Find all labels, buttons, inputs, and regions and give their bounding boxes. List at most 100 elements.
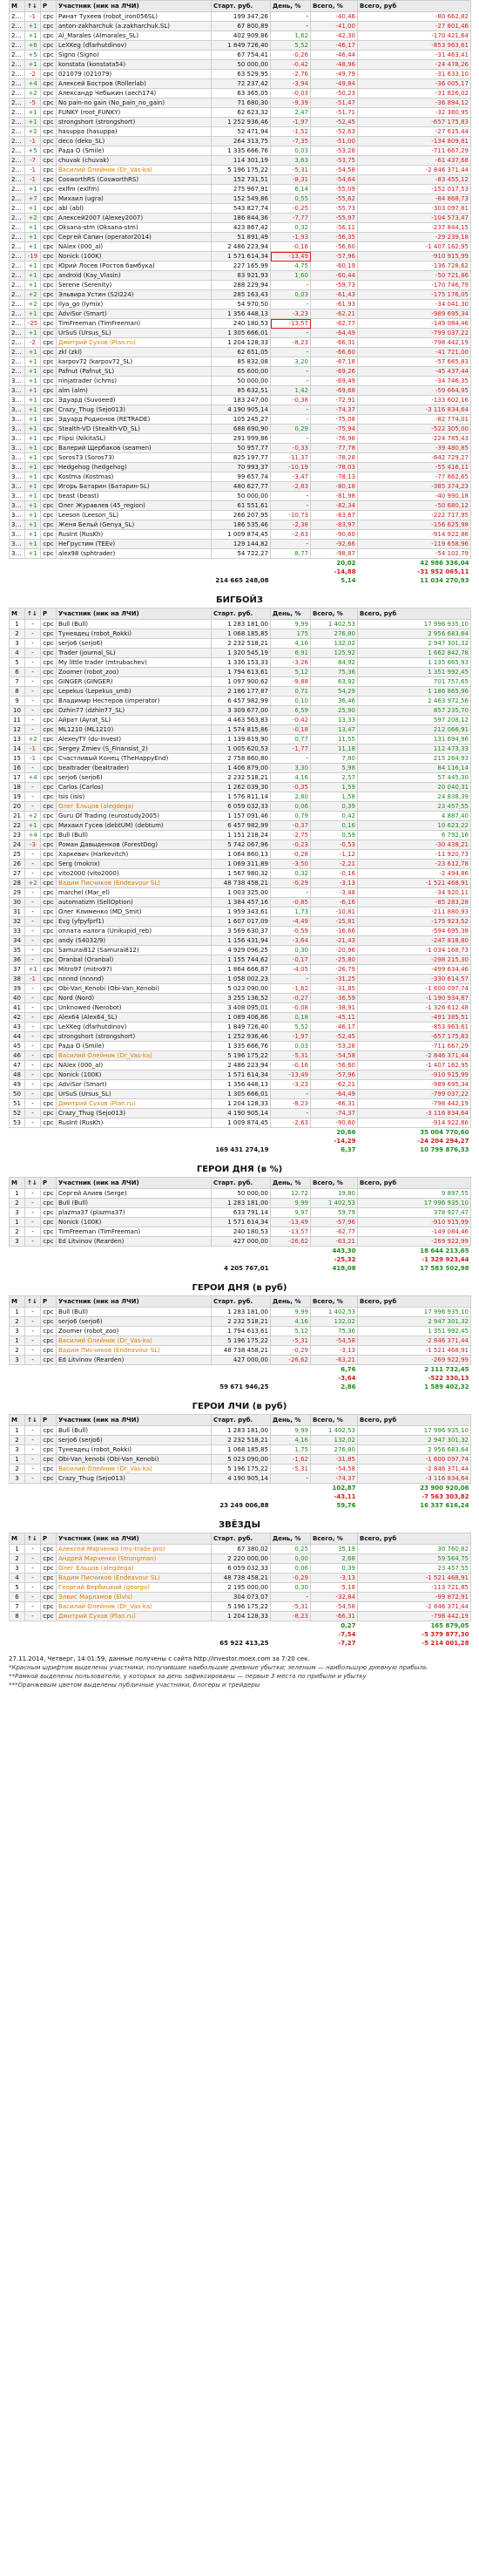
participant-link[interactable]: hasuppa (hasuppa)	[56, 126, 212, 137]
participant-link[interactable]: AdviSor (Smart)	[56, 1079, 212, 1090]
participant-link[interactable]: Вадим Писчиков (Endeavour SL)	[56, 1345, 212, 1356]
participant-link[interactable]: НеГрустим (TEEv)	[56, 539, 212, 549]
participant-link[interactable]: GINGER (GINGER)	[56, 676, 212, 687]
participant-link[interactable]: serjo6 (serjo6)	[56, 1316, 212, 1327]
participant-link[interactable]: Alex64 (Alex64_SL)	[56, 1012, 212, 1023]
participant-link[interactable]: chuvak (chuvak)	[56, 155, 212, 166]
participant-link[interactable]: Сергей Сапин (operator2014)	[56, 232, 212, 242]
participant-link[interactable]: Carlos (Carlos)	[56, 782, 212, 792]
participant-link[interactable]: Алексей Бостров (Rollerlab)	[56, 78, 212, 89]
participant-link[interactable]: Bull (Bull)	[56, 1425, 212, 1436]
participant-link[interactable]: UrSuS (Ursus_SL)	[56, 328, 212, 338]
participant-link[interactable]: RusInt (RusKh)	[56, 1118, 212, 1128]
participant-link[interactable]: Алексей Марченко (my-trade.pro)	[56, 1544, 212, 1554]
participant-link[interactable]: FUNKY (root_FUNKY)	[56, 107, 212, 118]
participant-link[interactable]: Василий Олейник (Dr_Vas-ka)	[56, 1336, 212, 1346]
participant-link[interactable]: alm (alm)	[56, 385, 212, 396]
participant-link[interactable]: Олег Ельцов (alegdega)	[56, 1563, 212, 1573]
participant-link[interactable]: UrSuS (Ursus_SL)	[56, 1089, 212, 1099]
participant-link[interactable]: NAlex (000_al)	[56, 1060, 212, 1071]
participant-link[interactable]: TimFreeman (TimFreeman)	[56, 1227, 212, 1237]
participant-link[interactable]: ML1210 (ML1210)	[56, 724, 212, 735]
participant-link[interactable]: zkl (zkl)	[56, 347, 212, 357]
participant-link[interactable]: Георгий Вербицкий (georgv)	[56, 1582, 212, 1593]
participant-link[interactable]: Nonick (100K)	[56, 1217, 212, 1227]
participant-link[interactable]: Эдуард (Suvoeed)	[56, 395, 212, 405]
participant-link[interactable]: Crazy_Thug (Sejo013)	[56, 404, 212, 415]
participant-link[interactable]: Василий Олейник (Dr_Vas-ka)	[56, 1464, 212, 1474]
participant-link[interactable]: Александр Чебыкин (aech174)	[56, 88, 212, 99]
participant-link[interactable]: RusInt (RusKh)	[56, 529, 212, 540]
participant-link[interactable]: Al_Marales (Almarales_SL)	[56, 31, 212, 41]
participant-link[interactable]: Дмитрий Сухов (Plan.ru)	[56, 337, 212, 348]
participant-link[interactable]: Дмитрий Сухов (Plan.ru)	[56, 1611, 212, 1621]
participant-link[interactable]: Сергей Алиев (Serge)	[56, 1188, 212, 1199]
participant-link[interactable]: Эльвира Устин (S2I224)	[56, 289, 212, 300]
participant-link[interactable]: Счастливый Конец (TheHappyEnd)	[56, 753, 212, 764]
participant-link[interactable]: Дмитрий Сухов (Plan.ru)	[56, 1098, 212, 1109]
participant-link[interactable]: Signo (Signo)	[56, 50, 212, 60]
participant-link[interactable]: NAlex (000_al)	[56, 241, 212, 252]
participant-link[interactable]: Василий Олейник (Dr_Vas-ka)	[56, 165, 212, 175]
participant-link[interactable]: alex98 (sphtrader)	[56, 548, 212, 559]
participant-link[interactable]: Василий Олейник (Dr_Vas-ka)	[56, 1050, 212, 1061]
participant-link[interactable]: Zoomer (robot_zoo)	[56, 667, 212, 677]
participant-link[interactable]: Харкевич (Harkevitch)	[56, 849, 212, 860]
participant-link[interactable]: strongshort (strongshort)	[56, 1031, 212, 1042]
participant-link[interactable]: 021079 (021079)	[56, 69, 212, 79]
participant-link[interactable]: marchel (Mar_el)	[56, 887, 212, 898]
participant-link[interactable]: Leeson (Leeson_SL)	[56, 510, 212, 520]
participant-link[interactable]: CosworthRS (CosworthRS)	[56, 174, 212, 185]
participant-link[interactable]: My little trader (mtrubachev)	[56, 657, 212, 668]
participant-link[interactable]: Ed Litvinov (Rearden)	[56, 1355, 212, 1365]
participant-link[interactable]: Рада О (Smile)	[56, 146, 212, 156]
participant-link[interactable]: Ринат Тухеев (robot_iron056SL)	[56, 11, 212, 22]
participant-link[interactable]: ilya_go (lymix)	[56, 299, 212, 309]
participant-link[interactable]: Stealth-VD (Stealth-VD_SL)	[56, 424, 212, 434]
participant-link[interactable]: Bull (Bull)	[56, 830, 212, 840]
participant-link[interactable]: nnnnd (nnnnd)	[56, 974, 212, 984]
participant-link[interactable]: TimFreeman (TimFreeman)	[56, 318, 212, 329]
participant-link[interactable]: Олег Ельцов (alegdega)	[56, 801, 212, 812]
participant-link[interactable]: beaItrader (beaItrader)	[56, 763, 212, 773]
participant-link[interactable]: anton-zakharchuk (a.zakharchuk.SL)	[56, 21, 212, 31]
participant-link[interactable]: andy (S4032/9)	[56, 935, 212, 946]
participant-link[interactable]: Nord (Nord)	[56, 993, 212, 1003]
participant-link[interactable]: Serene (Serenity)	[56, 280, 212, 290]
participant-link[interactable]: Эдуард Родионов (RETRADE)	[56, 414, 212, 425]
participant-link[interactable]: Bull (Bull)	[56, 619, 212, 629]
participant-link[interactable]: AdviSor (Smart)	[56, 309, 212, 319]
participant-link[interactable]: Pafnut (Pafnut_SL)	[56, 366, 212, 377]
participant-link[interactable]: Zoomer (robot_zoo)	[56, 1326, 212, 1336]
participant-link[interactable]: Игорь Батарин (Батарин-SL)	[56, 481, 212, 492]
participant-link[interactable]: Mitro97 (mitro97)	[56, 964, 212, 975]
participant-link[interactable]: Элвис Марламов (Elvis)	[56, 1592, 212, 1602]
participant-link[interactable]: Serg (mokrix)	[56, 859, 212, 869]
participant-link[interactable]: Isis (isis)	[56, 792, 212, 802]
participant-link[interactable]: konstata (konstata54)	[56, 59, 212, 70]
participant-link[interactable]: Kostma (Kostmas)	[56, 472, 212, 482]
participant-link[interactable]: Nonick (100K)	[56, 251, 212, 262]
participant-link[interactable]: Flipsi (NikitaSL)	[56, 433, 212, 444]
participant-link[interactable]: Hedgehog (hedgehog)	[56, 462, 212, 472]
participant-link[interactable]: Тунеядец (robot_Rokki)	[56, 629, 212, 639]
participant-link[interactable]: ninjatrader (ichms)	[56, 376, 212, 386]
participant-link[interactable]: Oksana-stm (Oksana-stm)	[56, 222, 212, 233]
participant-link[interactable]: Evg (yfpyfprf1)	[56, 916, 212, 927]
participant-link[interactable]: Айрат (Ayrat_SL)	[56, 715, 212, 725]
participant-link[interactable]: Crazy_Thug (Sejo013)	[56, 1108, 212, 1118]
participant-link[interactable]: LeXKeg (dfarhutdinov)	[56, 1022, 212, 1032]
participant-link[interactable]: Oranbal (Oranbal)	[56, 955, 212, 965]
participant-link[interactable]: AlexeyTY (du-invest)	[56, 734, 212, 744]
participant-link[interactable]: exlfm (exlfm)	[56, 184, 212, 194]
participant-link[interactable]: No pain-no gain (No_pain_no_gain)	[56, 98, 212, 108]
participant-link[interactable]: android (Kay_Vlasin)	[56, 270, 212, 281]
participant-link[interactable]: Олег Клименко (MD_Smit)	[56, 907, 212, 917]
participant-link[interactable]: Unknowed (Nerobot)	[56, 1003, 212, 1013]
participant-link[interactable]: deco (deko_SL)	[56, 136, 212, 146]
participant-link[interactable]: Dzhin77 (dzhin77_SL)	[56, 705, 212, 716]
participant-link[interactable]: Андрей Марченко (Strongman)	[56, 1553, 212, 1564]
participant-link[interactable]: Samurai812 (Samurai812)	[56, 945, 212, 955]
participant-link[interactable]: karpov72 (karpov72_SL)	[56, 357, 212, 367]
participant-link[interactable]: Bull (Bull)	[56, 1307, 212, 1317]
